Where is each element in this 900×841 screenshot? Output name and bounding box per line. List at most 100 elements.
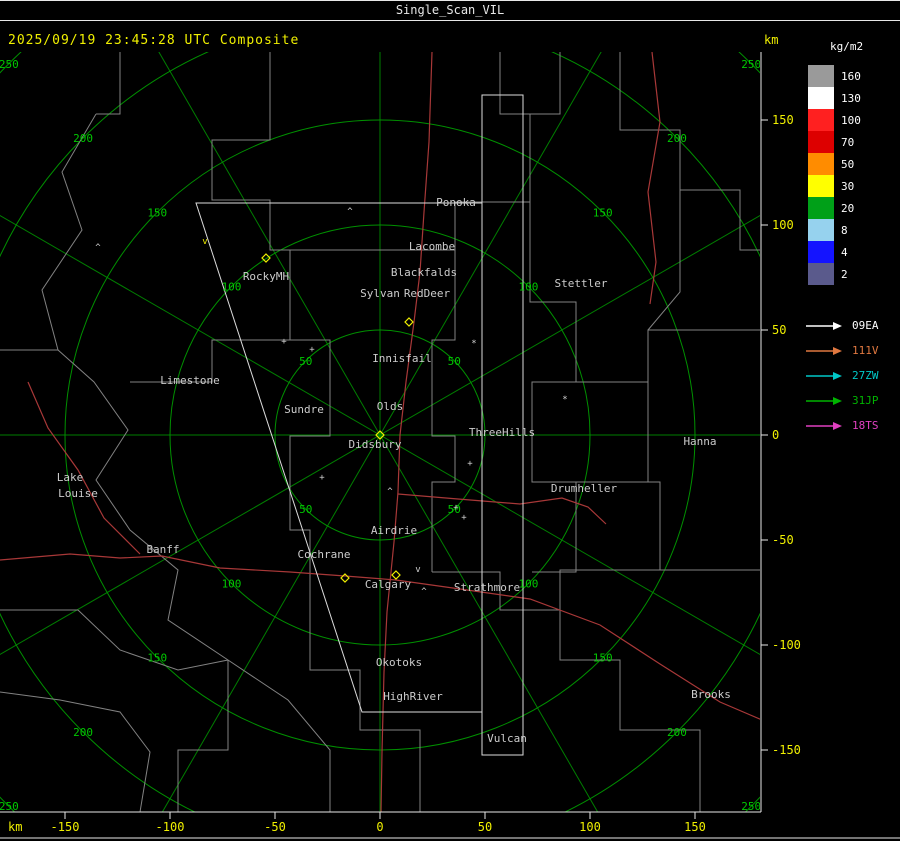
range-ring-label: 200 — [667, 726, 687, 739]
range-ring-label: 50 — [299, 503, 312, 516]
y-axis-tick-label: 100 — [772, 218, 794, 232]
y-axis-tick-label: -50 — [772, 533, 794, 547]
map-marker: * — [562, 395, 567, 405]
range-ring-label: 150 — [147, 652, 167, 665]
legend-color-swatch — [808, 131, 834, 153]
map-marker: + — [281, 337, 287, 347]
range-ring-label: 250 — [0, 800, 19, 813]
title-bar: Single_Scan_VIL — [0, 0, 900, 21]
x-axis-unit: km — [8, 820, 22, 834]
place-label: RockyMH — [243, 270, 289, 283]
legend-value-label: 160 — [841, 69, 861, 83]
place-label: Didsbury — [349, 438, 402, 451]
map-marker: + — [319, 473, 325, 483]
radar-pointer-entry: 31JP — [800, 388, 900, 413]
legend-value-label: 4 — [841, 245, 848, 259]
range-ring-label: 100 — [222, 281, 242, 294]
range-ring-label: 250 — [741, 800, 761, 813]
range-ring-label: 50 — [448, 355, 461, 368]
map-marker: * — [471, 339, 476, 349]
x-axis-tick-label: 150 — [684, 820, 706, 834]
legend-color-swatch — [808, 109, 834, 131]
y-axis-tick-label: -150 — [772, 743, 801, 757]
place-label: Vulcan — [487, 732, 527, 745]
pointer-id-label: 27ZW — [852, 369, 879, 382]
pointer-id-label: 18TS — [852, 419, 879, 432]
pointer-arrow-icon — [806, 396, 842, 405]
window-title: Single_Scan_VIL — [395, 3, 505, 17]
legend-color-swatch — [808, 87, 834, 109]
radar-coverage-outline — [195, 94, 524, 756]
map-marker: ^ — [387, 487, 393, 497]
place-label: Louise — [58, 487, 98, 500]
range-ring-label: 200 — [73, 132, 93, 145]
pointer-id-label: 31JP — [852, 394, 879, 407]
place-label: Brooks — [691, 688, 731, 701]
map-marker: + — [467, 459, 473, 469]
legend-value-label: 20 — [841, 201, 855, 215]
place-label: Stettler — [555, 277, 608, 290]
legend-entry: 130 — [800, 87, 900, 109]
place-label: Lake — [57, 471, 84, 484]
map-marker: v — [202, 237, 207, 247]
legend-value-label: 100 — [841, 113, 861, 127]
x-axis-tick-label: 0 — [376, 820, 383, 834]
range-ring-label: 100 — [222, 577, 242, 590]
pointer-arrow-icon — [806, 421, 842, 430]
range-ring-label: 200 — [73, 726, 93, 739]
range-ring-label: 100 — [519, 281, 539, 294]
timestamp-label: 2025/09/19 23:45:28 UTC Composite — [8, 33, 300, 48]
y-axis-tick-label: -100 — [772, 638, 801, 652]
range-ring-label: 50 — [299, 355, 312, 368]
place-label: Airdrie — [371, 524, 417, 537]
legend-color-swatch — [808, 65, 834, 87]
x-axis-tick-label: 50 — [478, 820, 492, 834]
y-axis-ticks: 150 100 50 0 -50 -100 -150 — [761, 113, 801, 757]
x-axis-tick-label: 100 — [579, 820, 601, 834]
map-marker: + — [309, 345, 315, 355]
place-label: Strathmore — [454, 581, 520, 594]
range-ring-label: 100 — [519, 577, 539, 590]
legend-entry: 30 — [800, 175, 900, 197]
legend-color-swatch — [808, 263, 834, 285]
legend-entry: 50 — [800, 153, 900, 175]
pointer-id-label: 09EA — [852, 319, 879, 332]
x-axis-tick-label: -50 — [264, 820, 286, 834]
y-axis-tick-label: 150 — [772, 113, 794, 127]
legend-color-swatch — [808, 175, 834, 197]
x-axis-tick-label: -150 — [51, 820, 80, 834]
place-label: ThreeHills — [469, 426, 535, 439]
map-marker: ^ — [347, 207, 353, 217]
range-ring-label: 200 — [667, 132, 687, 145]
pointer-id-label: 111V — [852, 344, 879, 357]
place-label: Hanna — [683, 435, 716, 448]
place-label: Blackfalds — [391, 266, 457, 279]
place-label: Ponoka — [436, 196, 476, 209]
legend-color-swatch — [808, 153, 834, 175]
map-marker: + — [453, 503, 459, 513]
radar-pointer-entry: 18TS — [800, 413, 900, 438]
radar-app-window: Single_Scan_VIL 2025/09/19 23:45:28 UTC … — [0, 0, 900, 841]
legend-color-swatch — [808, 219, 834, 241]
legend-entries: 160 130 100 70 50 30 20 8 4 2 — [800, 65, 900, 285]
legend-entry: 100 — [800, 109, 900, 131]
legend-entry: 8 — [800, 219, 900, 241]
place-label: HighRiver — [383, 690, 443, 703]
place-label: Cochrane — [298, 548, 351, 561]
map-markers: v^^*++*+^+++v^ — [95, 207, 567, 597]
legend-unit-label: kg/m2 — [830, 40, 864, 53]
legend-value-label: 2 — [841, 267, 848, 281]
pointer-list: 09EA 111V 27ZW 31JP 18TS — [800, 313, 900, 438]
place-label: RedDeer — [404, 287, 451, 300]
range-ring-label: 250 — [0, 58, 19, 71]
range-ring-label: 250 — [741, 58, 761, 71]
range-ring-label: 150 — [147, 206, 167, 219]
radar-pointer-entry: 09EA — [800, 313, 900, 338]
map-marker: v — [415, 565, 420, 575]
legend-entry: 2 — [800, 263, 900, 285]
radar-map[interactable]: 50 5050 50100 100100 100150 150150 150200 20020… — [0, 52, 900, 841]
legend-entry: 20 — [800, 197, 900, 219]
legend-value-label: 8 — [841, 223, 848, 237]
azimuth-lines — [0, 52, 760, 812]
x-axis-ticks: -150 -100 -50 0 50 100 150 — [51, 812, 706, 834]
